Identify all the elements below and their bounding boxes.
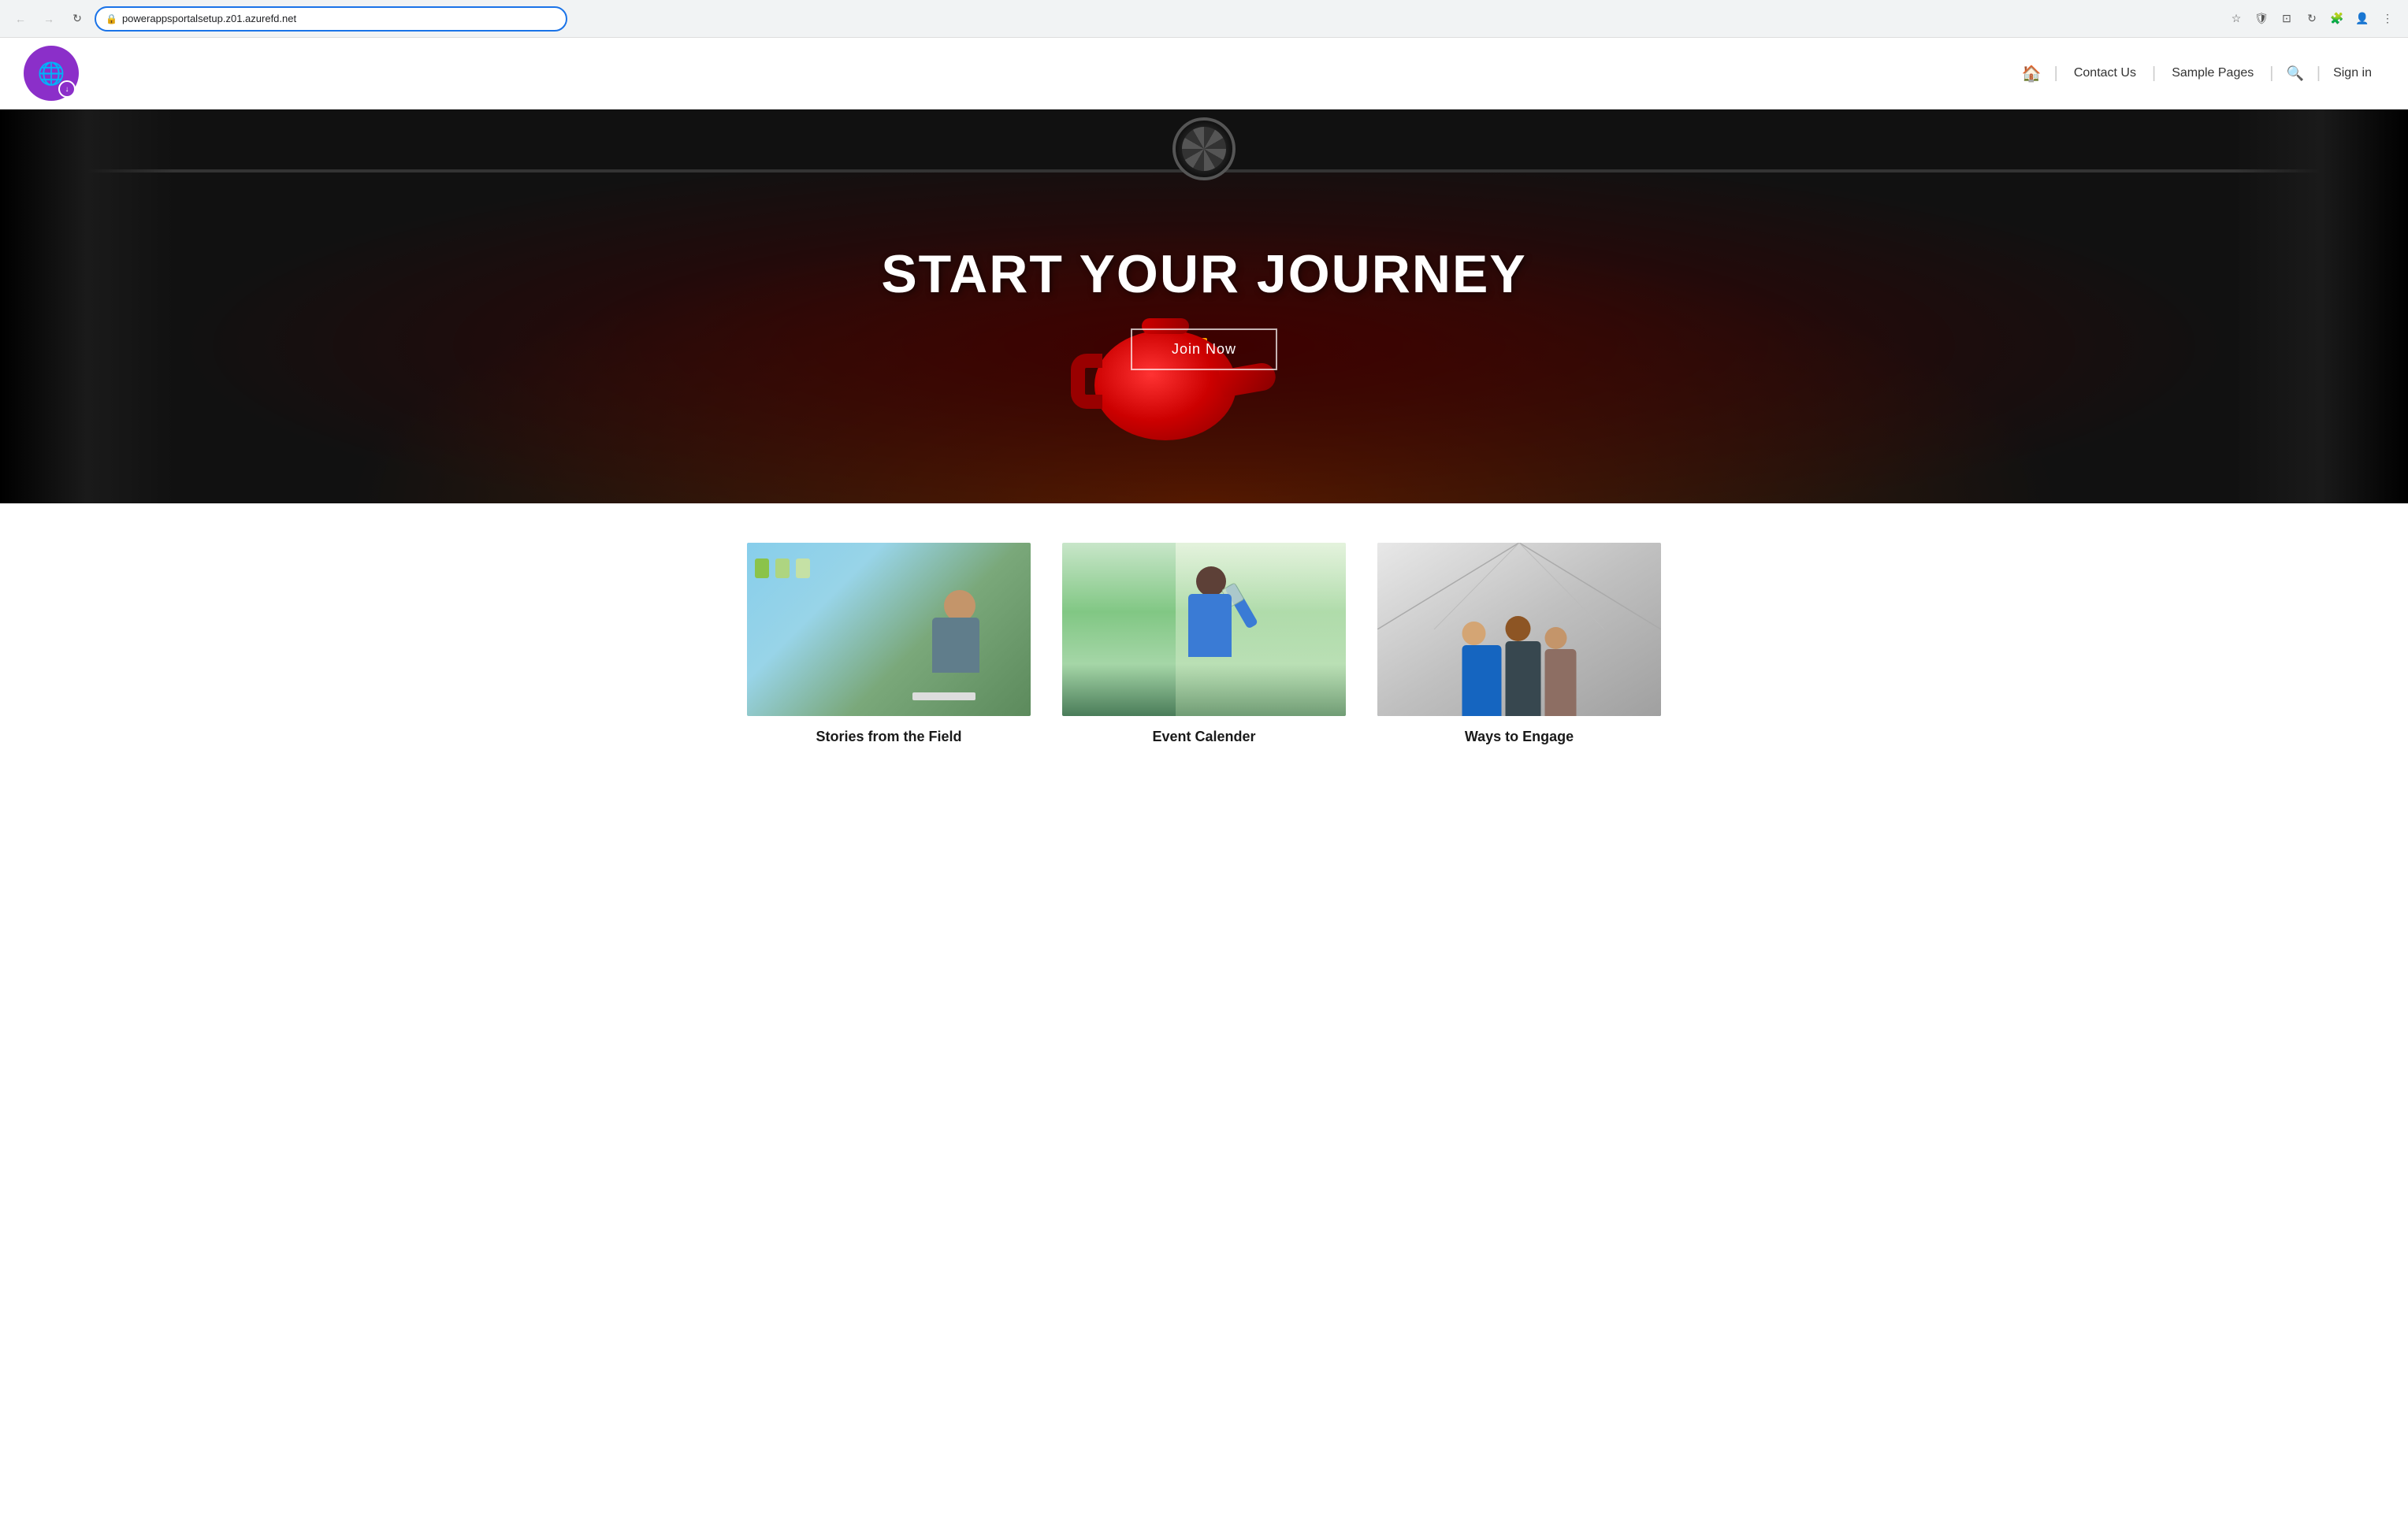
nav-sign-in[interactable]: Sign in [2321, 66, 2384, 80]
nav-sample-pages[interactable]: Sample Pages [2156, 66, 2269, 80]
person-3b [1506, 616, 1541, 716]
person-body-2 [1188, 594, 1232, 657]
person-sitting [905, 574, 1007, 716]
shield-button[interactable]: 🛡 [2250, 8, 2272, 30]
lock-icon: 🔒 [106, 13, 117, 24]
chair-2 [775, 558, 790, 578]
browser-toolbar-right: ☆ 🛡 ⊡ ↻ 🧩 👤 ⋮ [2225, 8, 2399, 30]
printer-frame-right [2235, 109, 2408, 503]
back-icon: ← [15, 13, 26, 25]
card-title-stories: Stories from the Field [747, 729, 1031, 745]
person-body [932, 618, 979, 673]
menu-button[interactable]: ⋮ [2376, 8, 2399, 30]
person-3b-head [1506, 616, 1531, 641]
refresh-icon: ↻ [72, 12, 82, 25]
hero-content: START YOUR JOURNEY Join Now [881, 243, 1526, 370]
join-now-button[interactable]: Join Now [1131, 328, 1277, 370]
back-button[interactable]: ← [9, 8, 32, 30]
url-text: powerappsportalsetup.z01.azurefd.net [122, 13, 296, 24]
person-3a [1462, 622, 1502, 716]
site-header: 🌐 ↓ 🏠 | Contact Us | Sample Pages | 🔍 | … [0, 38, 2408, 109]
cards-section: Stories from the Field Event Calender [0, 503, 2408, 792]
card-events: Event Calender [1062, 543, 1346, 745]
star-button[interactable]: ☆ [2225, 8, 2247, 30]
forward-button[interactable]: → [38, 8, 60, 30]
printer-fan [1172, 117, 1236, 180]
card-image-events [1062, 543, 1346, 716]
chair-3 [796, 558, 810, 578]
download-badge: ↓ [58, 80, 76, 98]
person-3c-body [1545, 649, 1577, 716]
hero-banner: START YOUR JOURNEY Join Now [0, 109, 2408, 503]
cast-button[interactable]: ⊡ [2276, 8, 2298, 30]
card-title-events: Event Calender [1062, 729, 1346, 745]
extensions-button[interactable]: 🧩 [2326, 8, 2348, 30]
person-standing [1172, 558, 1251, 716]
printer-frame-left [0, 109, 173, 503]
card-engage: Ways to Engage [1377, 543, 1661, 745]
update-button[interactable]: ↻ [2301, 8, 2323, 30]
card-image-stories [747, 543, 1031, 716]
person-3c-head [1545, 627, 1567, 649]
website: 🌐 ↓ 🏠 | Contact Us | Sample Pages | 🔍 | … [0, 38, 2408, 792]
card-stories: Stories from the Field [747, 543, 1031, 745]
profile-button[interactable]: 👤 [2351, 8, 2373, 30]
person-3b-body [1506, 641, 1541, 716]
site-logo: 🌐 ↓ [24, 46, 79, 101]
people-group [1462, 620, 1577, 716]
refresh-button[interactable]: ↻ [66, 8, 88, 30]
person-3c [1545, 627, 1577, 716]
person-3a-head [1462, 622, 1486, 645]
nav-contact-us[interactable]: Contact Us [2058, 66, 2152, 80]
download-icon: ↓ [65, 85, 69, 94]
person-head [944, 590, 975, 622]
outdoor-chairs [755, 558, 810, 578]
browser-chrome: ← → ↻ 🔒 powerappsportalsetup.z01.azurefd… [0, 0, 2408, 38]
site-nav: 🏠 | Contact Us | Sample Pages | 🔍 | Sign… [2009, 64, 2384, 83]
address-bar[interactable]: 🔒 powerappsportalsetup.z01.azurefd.net [95, 6, 567, 32]
chair-1 [755, 558, 769, 578]
search-icon[interactable]: 🔍 [2273, 65, 2316, 82]
person-laptop [912, 692, 975, 700]
card-image-engage [1377, 543, 1661, 716]
printer-top-bar [0, 109, 2408, 173]
hero-title: START YOUR JOURNEY [881, 243, 1526, 305]
forward-icon: → [43, 13, 54, 25]
home-nav-icon[interactable]: 🏠 [2009, 64, 2054, 83]
person-3a-body [1462, 645, 1502, 716]
card-title-engage: Ways to Engage [1377, 729, 1661, 745]
